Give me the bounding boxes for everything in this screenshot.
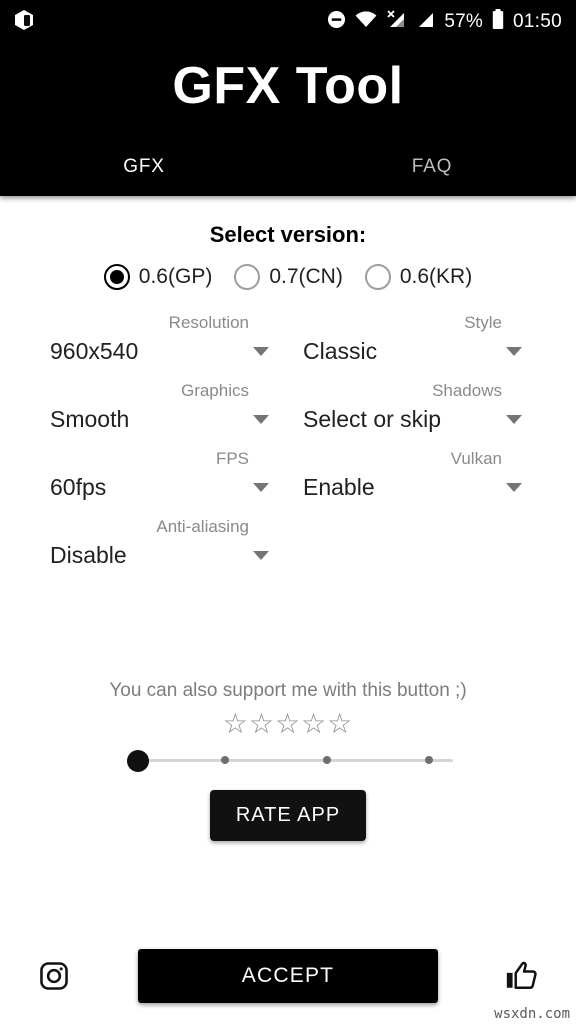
setting-style-dropdown[interactable]: Classic [303, 336, 540, 366]
setting-anti-aliasing-value: Disable [50, 542, 127, 568]
setting-style-label: Style [464, 313, 502, 332]
slider-tick [323, 756, 331, 764]
chevron-down-icon[interactable] [506, 414, 522, 424]
setting-shadows-value: Select or skip [303, 406, 442, 432]
setting-graphics-label: Graphics [180, 381, 249, 400]
tab-gfx[interactable]: GFX [0, 156, 288, 178]
version-option-cn[interactable]: 0.7(CN) [234, 264, 343, 290]
slider-track[interactable] [137, 759, 453, 762]
setting-vulkan-value: Enable [303, 474, 375, 500]
page-title: GFX Tool [172, 57, 404, 115]
setting-anti-aliasing: Anti-aliasing Disable [50, 516, 287, 570]
chevron-down-icon[interactable] [253, 550, 269, 560]
bottom-bar: ACCEPT wsxdn.com [0, 928, 576, 1024]
tab-bar: GFX FAQ [0, 156, 576, 178]
setting-fps-value: 60fps [50, 474, 107, 500]
version-option-cn-label: 0.7(CN) [269, 265, 343, 288]
watermark: wsxdn.com [494, 1006, 570, 1022]
radio-icon-unselected[interactable] [364, 264, 391, 290]
star-rating[interactable]: ☆☆☆☆☆ [0, 708, 576, 740]
setting-resolution-label: Resolution [168, 313, 249, 332]
battery-percent: 57% [444, 11, 483, 32]
version-option-kr-label: 0.6(KR) [399, 265, 473, 288]
setting-graphics-dropdown[interactable]: Smooth [50, 404, 287, 434]
status-bar: 57% 01:50 [0, 0, 576, 44]
setting-resolution-dropdown[interactable]: 960x540 [50, 336, 287, 366]
status-bar-left [14, 9, 34, 36]
version-option-gp[interactable]: 0.6(GP) [103, 264, 213, 290]
setting-graphics: Graphics Smooth [50, 380, 287, 434]
support-message: You can also support me with this button… [109, 680, 467, 701]
setting-anti-aliasing-label: Anti-aliasing [156, 517, 249, 536]
cube-app-icon [14, 9, 34, 36]
app-header: 57% 01:50 GFX Tool GFX FAQ [0, 0, 576, 196]
thumbs-up-icon[interactable] [500, 954, 544, 998]
slider-tick [425, 756, 433, 764]
accept-button[interactable]: ACCEPT [138, 949, 438, 1003]
signal-icon [415, 10, 435, 34]
support-slider[interactable] [123, 746, 453, 776]
setting-fps-dropdown[interactable]: 60fps [50, 472, 287, 502]
instagram-icon[interactable] [32, 954, 76, 998]
setting-shadows-dropdown[interactable]: Select or skip [303, 404, 540, 434]
signal-no-sim-icon [386, 10, 406, 34]
chevron-down-icon[interactable] [253, 346, 269, 356]
app-root: 57% 01:50 GFX Tool GFX FAQ Select versio… [0, 0, 576, 1024]
setting-vulkan-label: Vulkan [450, 449, 502, 468]
chevron-down-icon[interactable] [506, 346, 522, 356]
radio-icon-unselected[interactable] [234, 264, 261, 290]
setting-fps-label: FPS [215, 449, 249, 468]
setting-style: Style Classic [303, 312, 540, 366]
version-option-gp-label: 0.6(GP) [138, 265, 213, 288]
slider-thumb[interactable] [127, 750, 149, 772]
wifi-icon [355, 11, 377, 33]
slider-tick [221, 756, 229, 764]
radio-icon-selected[interactable] [103, 264, 130, 290]
battery-icon [492, 9, 504, 35]
status-bar-clock: 01:50 [512, 11, 562, 32]
setting-graphics-value: Smooth [50, 406, 130, 432]
setting-shadows-label: Shadows [432, 381, 502, 400]
chevron-down-icon[interactable] [253, 482, 269, 492]
setting-anti-aliasing-dropdown[interactable]: Disable [50, 540, 287, 570]
version-option-kr[interactable]: 0.6(KR) [364, 264, 473, 290]
settings-grid: Resolution 960x540 Style Classic Graphic… [0, 312, 576, 584]
setting-style-value: Classic [303, 338, 378, 364]
rate-app-button[interactable]: RATE APP [209, 790, 367, 841]
setting-vulkan-dropdown[interactable]: Enable [303, 472, 540, 502]
chevron-down-icon[interactable] [506, 482, 522, 492]
dnd-icon [327, 10, 346, 34]
setting-resolution: Resolution 960x540 [50, 312, 287, 366]
version-radio-group: 0.6(GP) 0.7(CN) 0.6(KR) [0, 264, 576, 290]
select-version-label: Select version: [209, 222, 367, 247]
status-bar-right: 57% 01:50 [327, 9, 562, 35]
setting-resolution-value: 960x540 [50, 338, 139, 364]
setting-fps: FPS 60fps [50, 448, 287, 502]
chevron-down-icon[interactable] [253, 414, 269, 424]
setting-shadows: Shadows Select or skip [303, 380, 540, 434]
tab-faq[interactable]: FAQ [288, 156, 576, 178]
setting-vulkan: Vulkan Enable [303, 448, 540, 502]
main-content: Select version: 0.6(GP) 0.7(CN) 0.6(KR) … [0, 196, 576, 841]
